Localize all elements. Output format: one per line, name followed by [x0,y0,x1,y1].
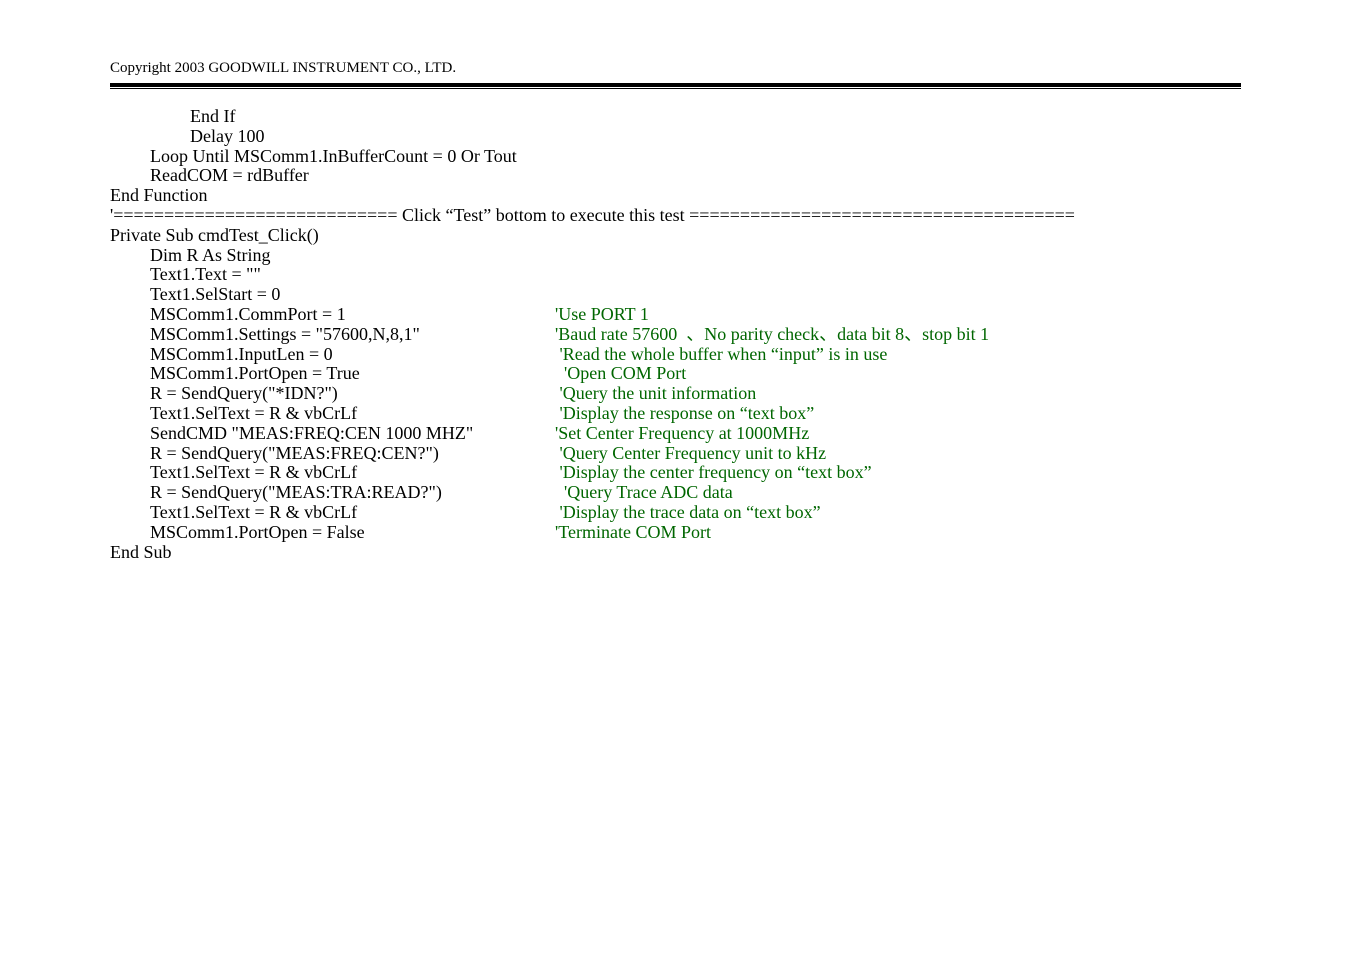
code-text: '============================ Click “Tes… [110,206,1075,226]
code-text: MSComm1.PortOpen = False [110,523,555,543]
code-text: Dim R As String [110,246,271,266]
code-line: R = SendQuery("*IDN?") 'Query the unit i… [110,384,1241,404]
code-comment: 'Read the whole buffer when “input” is i… [555,345,887,365]
code-line: MSComm1.CommPort = 1'Use PORT 1 [110,305,1241,325]
page-header: Copyright 2003 GOODWILL INSTRUMENT CO., … [110,60,1241,77]
code-line: R = SendQuery("MEAS:FREQ:CEN?") 'Query C… [110,444,1241,464]
code-text: Loop Until MSComm1.InBufferCount = 0 Or … [110,147,517,167]
code-line: SendCMD "MEAS:FREQ:CEN 1000 MHZ"'Set Cen… [110,424,1241,444]
code-text: MSComm1.Settings = "57600,N,8,1" [110,325,555,345]
code-text: Delay 100 [110,127,264,147]
code-line: MSComm1.Settings = "57600,N,8,1"'Baud ra… [110,325,1241,345]
code-text: End If [110,107,235,127]
code-line: Loop Until MSComm1.InBufferCount = 0 Or … [110,147,1241,167]
code-comment: 'Baud rate 57600 、No parity check、data b… [555,325,989,345]
code-line: Text1.SelStart = 0 [110,285,1241,305]
code-line: Text1.SelText = R & vbCrLf 'Display the … [110,404,1241,424]
code-text: Text1.SelStart = 0 [110,285,280,305]
code-line: Text1.SelText = R & vbCrLf 'Display the … [110,463,1241,483]
code-text: R = SendQuery("MEAS:TRA:READ?") [110,483,555,503]
code-text: Text1.SelText = R & vbCrLf [110,404,555,424]
code-text: End Sub [110,543,172,563]
code-text: Text1.SelText = R & vbCrLf [110,503,555,523]
code-text: Private Sub cmdTest_Click() [110,226,319,246]
code-line: '============================ Click “Tes… [110,206,1241,226]
code-text: MSComm1.InputLen = 0 [110,345,555,365]
code-comment: 'Set Center Frequency at 1000MHz [555,424,809,444]
code-text: MSComm1.CommPort = 1 [110,305,555,325]
header-rule [110,83,1241,89]
code-text: R = SendQuery("*IDN?") [110,384,555,404]
code-text: Text1.Text = "" [110,265,261,285]
code-text: Text1.SelText = R & vbCrLf [110,463,555,483]
code-line: ReadCOM = rdBuffer [110,166,1241,186]
code-line: Delay 100 [110,127,1241,147]
code-line: End If [110,107,1241,127]
code-comment: 'Display the response on “text box” [555,404,814,424]
code-line: Private Sub cmdTest_Click() [110,226,1241,246]
code-comment: 'Use PORT 1 [555,305,649,325]
code-line: MSComm1.PortOpen = False'Terminate COM P… [110,523,1241,543]
code-line: End Function [110,186,1241,206]
code-comment: 'Query Trace ADC data [555,483,733,503]
code-line: End Sub [110,543,1241,563]
code-line: MSComm1.PortOpen = True 'Open COM Port [110,364,1241,384]
code-comment: 'Terminate COM Port [555,523,711,543]
code-line: MSComm1.InputLen = 0 'Read the whole buf… [110,345,1241,365]
code-line: Text1.SelText = R & vbCrLf 'Display the … [110,503,1241,523]
code-comment: 'Display the trace data on “text box” [555,503,821,523]
code-text: MSComm1.PortOpen = True [110,364,555,384]
code-comment: 'Display the center frequency on “text b… [555,463,872,483]
code-text: R = SendQuery("MEAS:FREQ:CEN?") [110,444,555,464]
code-line: R = SendQuery("MEAS:TRA:READ?") 'Query T… [110,483,1241,503]
code-line: Text1.Text = "" [110,265,1241,285]
code-comment: 'Query Center Frequency unit to kHz [555,444,826,464]
code-line: Dim R As String [110,246,1241,266]
code-text: SendCMD "MEAS:FREQ:CEN 1000 MHZ" [110,424,555,444]
code-comment: 'Query the unit information [555,384,756,404]
code-text: ReadCOM = rdBuffer [110,166,309,186]
code-block: End IfDelay 100Loop Until MSComm1.InBuff… [110,107,1241,562]
code-comment: 'Open COM Port [555,364,686,384]
code-text: End Function [110,186,208,206]
